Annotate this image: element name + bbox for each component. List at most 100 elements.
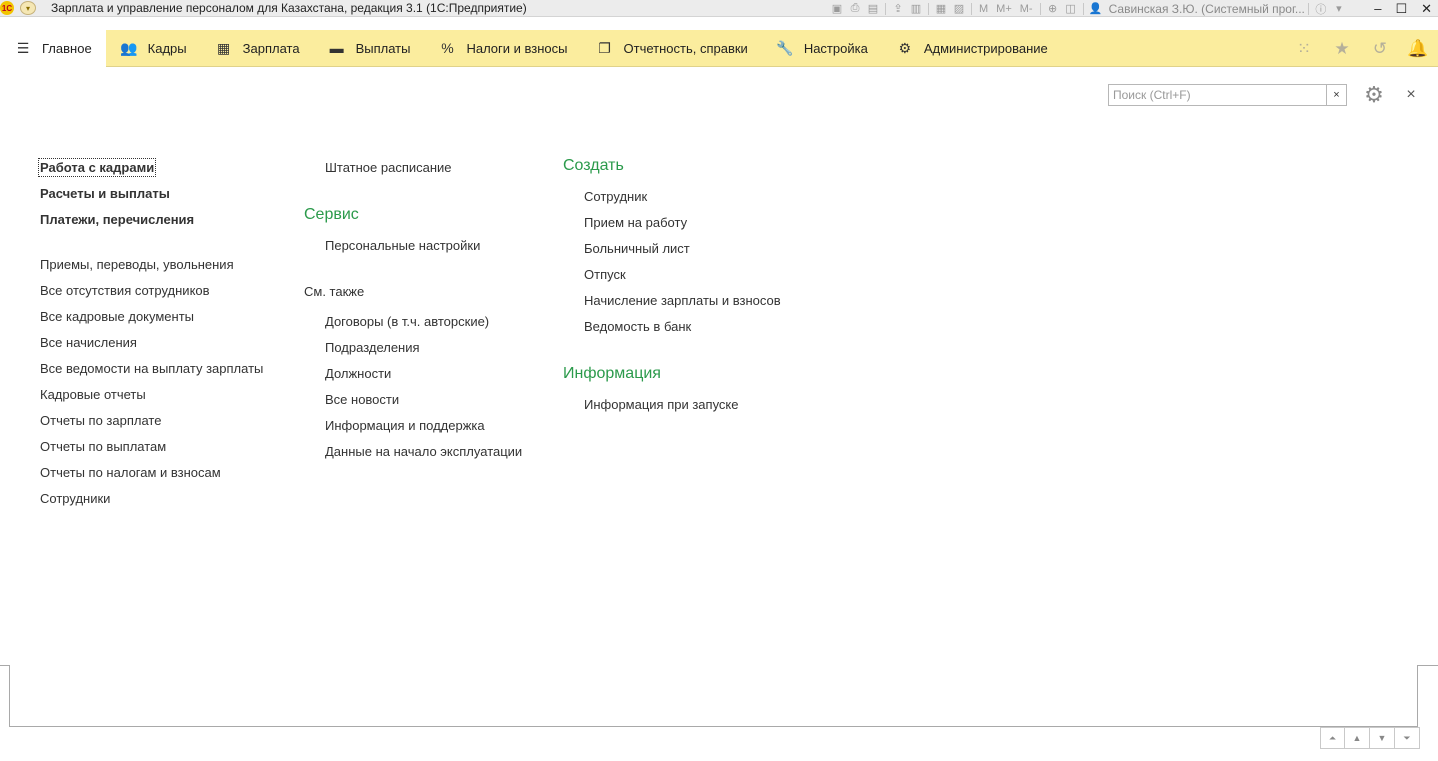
memory-plus-button[interactable]: M+ (992, 3, 1016, 15)
link-otchety-po-vyplatam[interactable]: Отчеты по выплатам (40, 439, 166, 454)
calculator-icon[interactable]: ▦ (932, 2, 950, 16)
link-podrazdeleniya[interactable]: Подразделения (325, 340, 420, 355)
link-rabota-s-kadrami[interactable]: Работа с кадрами (37, 158, 157, 177)
toolbar-separator (971, 2, 972, 15)
user-icon: 👤 (1088, 3, 1103, 15)
link-vse-vedomosti[interactable]: Все ведомости на выплату зарплаты (40, 361, 263, 376)
search-input[interactable] (1109, 85, 1326, 105)
close-window-icon[interactable]: ✕ (1421, 1, 1432, 17)
section-nastroika[interactable]: 🔧 Настройка (762, 30, 882, 67)
wrench-icon: 🔧 (776, 39, 794, 56)
section-label: Выплаты (355, 40, 411, 56)
link-platezhi-perechisleniya[interactable]: Платежи, перечисления (40, 212, 194, 227)
link-informaciya-i-podderzhka[interactable]: Информация и поддержка (325, 418, 485, 433)
section-label: Администрирование (923, 40, 1048, 56)
section-nalogi[interactable]: % Налоги и взносы (424, 30, 581, 67)
scroll-down-icon[interactable]: ▼ (1370, 727, 1395, 749)
hamburger-icon: ☰ (16, 39, 30, 56)
calendar-icon[interactable]: ▨ (950, 2, 968, 16)
link-otchety-po-nalogam[interactable]: Отчеты по налогам и взносам (40, 465, 221, 480)
link-dolzhnosti[interactable]: Должности (325, 366, 391, 381)
link-vse-otsutstviya[interactable]: Все отсутствия сотрудников (40, 283, 210, 298)
section-vyplaty[interactable]: ▬ Выплаты (314, 30, 425, 67)
link-priemy-perevody[interactable]: Приемы, переводы, увольнения (40, 257, 234, 272)
link-info-pri-zapuske[interactable]: Информация при запуске (584, 397, 739, 412)
scroll-bottom-icon[interactable]: ⏷ (1395, 727, 1420, 749)
close-icon[interactable]: × (1400, 84, 1422, 106)
section-kadry[interactable]: 👥 Кадры (106, 30, 201, 67)
link-create-priem[interactable]: Прием на работу (584, 215, 687, 230)
scroll-up-icon[interactable]: ▲ (1345, 727, 1370, 749)
section-zarplata[interactable]: ▦ Зарплата (201, 30, 314, 67)
minimize-icon[interactable]: – (1374, 1, 1381, 16)
info-icon[interactable]: ⓘ (1312, 2, 1330, 16)
link-sotrudniki[interactable]: Сотрудники (40, 491, 110, 506)
toolbar-separator (885, 2, 886, 15)
toolbar-separator (1039, 2, 1041, 15)
messages-box[interactable] (9, 665, 1418, 727)
documents-icon: ❐ (598, 39, 611, 56)
all-functions-icon[interactable]: ⁙ (1294, 39, 1314, 59)
calculator-icon: ▦ (217, 39, 231, 56)
clear-search-button[interactable]: × (1326, 85, 1346, 105)
print-icon[interactable]: ⎙ (846, 2, 864, 16)
toolbar-separator (1082, 2, 1084, 15)
link-create-nachislenie[interactable]: Начисление зарплаты и взносов (584, 293, 781, 308)
section-administrirovanie[interactable]: ⚙ Администрирование (882, 30, 1062, 67)
memory-minus-button[interactable]: M- (1016, 3, 1037, 15)
link-vse-novosti[interactable]: Все новости (325, 392, 399, 407)
link-create-vedomost[interactable]: Ведомость в банк (584, 319, 691, 334)
wallet-icon: ▬ (329, 40, 344, 56)
link-vse-kadrovye-dokumenty[interactable]: Все кадровые документы (40, 309, 194, 324)
section-label: Кадры (147, 40, 187, 56)
favorites-star-icon[interactable]: ★ (1332, 39, 1352, 59)
section-label: Настройка (803, 40, 868, 56)
messages-scroll-controls: ⏶ ▲ ▼ ⏷ (1320, 727, 1420, 749)
titlebar-toolbar: ▣ ⎙ ▤ ⇪ ▥ ▦ ▨ M M+ M- ⊕ ◫ 👤 Савинская З.… (828, 0, 1348, 17)
scroll-top-icon[interactable]: ⏶ (1320, 727, 1345, 749)
link-raschety-i-vyplaty[interactable]: Расчеты и выплаты (40, 186, 170, 201)
upload-icon[interactable]: ⇪ (889, 2, 907, 16)
link-create-otpusk[interactable]: Отпуск (584, 267, 626, 282)
app-logo: 1С (0, 1, 14, 15)
window-title: Зарплата и управление персоналом для Каз… (51, 1, 527, 15)
users-icon: 👥 (119, 39, 138, 56)
section-label: Отчетность, справки (623, 40, 748, 56)
link-create-bolnichnyi[interactable]: Больничный лист (584, 241, 690, 256)
toolbar-separator (1307, 2, 1309, 15)
save-icon[interactable]: ▣ (828, 2, 846, 16)
group-title-informaciya: Информация (563, 365, 661, 382)
current-user[interactable]: Савинская З.Ю. (Системный прог... (1105, 2, 1305, 16)
group-title-sm-takzhe: См. также (304, 284, 365, 299)
link-kadrovye-otchety[interactable]: Кадровые отчеты (40, 387, 146, 402)
bell-icon[interactable]: 🔔 (1407, 39, 1428, 59)
zoom-icon[interactable]: ⊕ (1044, 2, 1062, 16)
section-label: Главное (42, 40, 92, 56)
toolbar-separator (928, 2, 929, 15)
maximize-icon[interactable]: ☐ (1395, 1, 1407, 17)
section-glavnoe[interactable]: ☰ Главное (0, 29, 106, 67)
section-otchetnost[interactable]: ❐ Отчетность, справки (582, 30, 762, 67)
link-dannye-na-nachalo[interactable]: Данные на начало эксплуатации (325, 444, 522, 459)
group-title-servis: Сервис (304, 206, 359, 223)
history-icon[interactable]: ↺ (1370, 39, 1390, 59)
memory-button[interactable]: M (975, 3, 992, 15)
link-shtatnoe-raspisanie[interactable]: Штатное расписание (325, 160, 452, 175)
sections-panel: ☰ Главное 👥 Кадры ▦ Зарплата ▬ Выплаты %… (0, 29, 1438, 67)
preview-icon[interactable]: ▤ (864, 2, 882, 16)
link-otchety-po-zarplate[interactable]: Отчеты по зарплате (40, 413, 161, 428)
gear-icon: ⚙ (898, 39, 912, 56)
link-personalnye-nastroiki[interactable]: Персональные настройки (325, 238, 480, 253)
link-create-sotrudnik[interactable]: Сотрудник (584, 189, 647, 204)
panels-icon[interactable]: ◫ (1062, 2, 1080, 16)
link-dogovory[interactable]: Договоры (в т.ч. авторские) (325, 314, 489, 329)
percent-icon: % (441, 40, 454, 56)
main-menu-button[interactable]: ▾ (20, 1, 36, 15)
panel-settings-icon[interactable]: ⚙ (1360, 82, 1388, 108)
section-label: Зарплата (242, 40, 300, 56)
messages-panel: ⏶ ▲ ▼ ⏷ (0, 665, 1438, 761)
chevron-down-icon[interactable]: ▾ (1330, 2, 1348, 16)
stack-icon[interactable]: ▥ (907, 2, 925, 16)
section-label: Налоги и взносы (466, 40, 568, 56)
link-vse-nachisleniya[interactable]: Все начисления (40, 335, 137, 350)
